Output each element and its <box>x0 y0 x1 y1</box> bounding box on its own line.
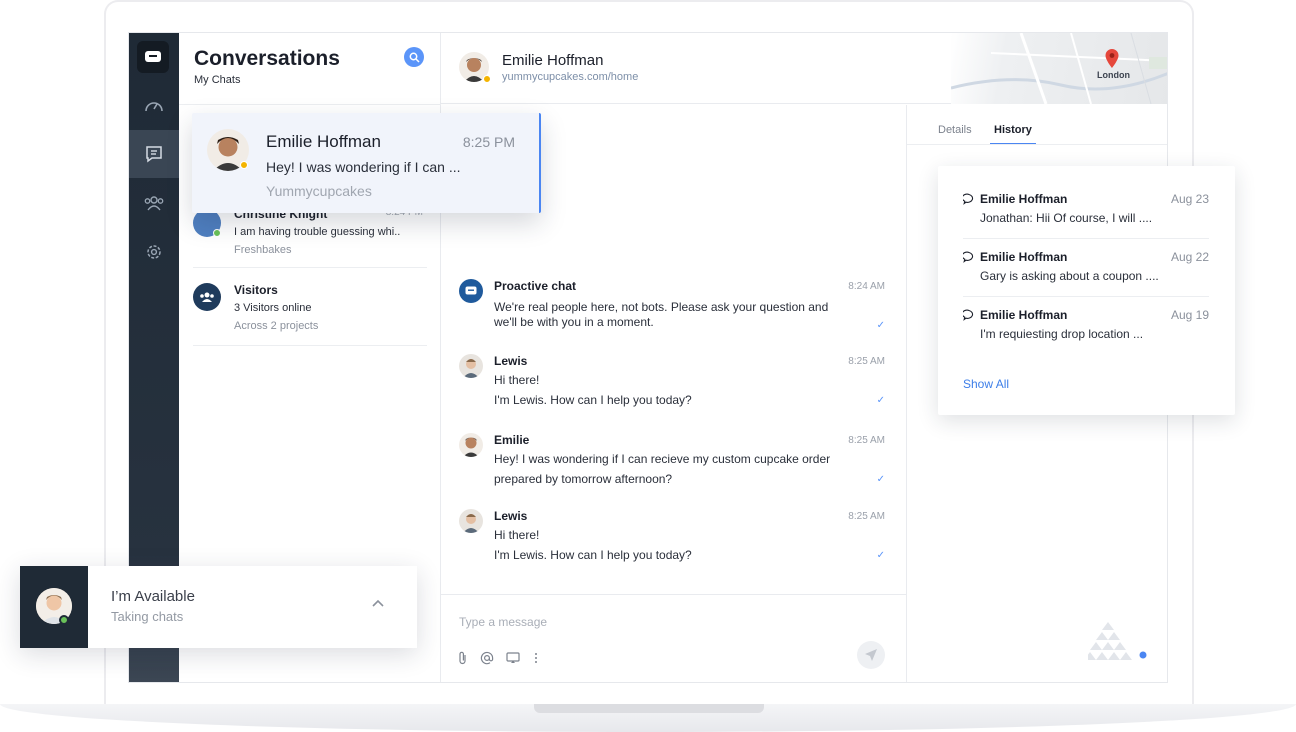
tab-history[interactable]: History <box>990 124 1036 144</box>
message-line: prepared by tomorrow afternoon? <box>494 472 673 486</box>
conversation-name: Emilie Hoffman <box>266 132 381 151</box>
chat-logo-icon <box>459 279 483 303</box>
search-icon[interactable] <box>404 47 424 67</box>
avatar <box>459 433 483 457</box>
conversation-preview: I am having trouble guessing whi.. <box>234 226 401 238</box>
history-item[interactable]: Emilie Hoffman Aug 23 Jonathan: Hii Of c… <box>963 192 1209 232</box>
conversation-item[interactable]: Christine Knight 8:24 PM I am having tro… <box>193 207 427 267</box>
conversation-name: Visitors <box>234 283 278 297</box>
message-author: Lewis <box>494 509 528 523</box>
history-item[interactable]: Emilie Hoffman Aug 22 Gary is asking abo… <box>963 250 1209 290</box>
delivered-check-icon: ✓ <box>876 320 885 331</box>
avatar <box>459 354 483 378</box>
page-title: Conversations <box>194 47 340 70</box>
settings-icon[interactable] <box>129 228 179 276</box>
delivered-check-icon: ✓ <box>876 474 885 485</box>
history-date: Aug 22 <box>1170 250 1209 264</box>
availability-subtitle: Taking chats <box>111 609 184 624</box>
conversations-icon[interactable] <box>129 130 179 178</box>
visitors-icon <box>193 283 221 311</box>
speech-bubble-icon <box>963 309 974 321</box>
divider <box>963 296 1209 297</box>
delivered-check-icon: ✓ <box>876 395 885 406</box>
speech-bubble-icon <box>963 251 974 263</box>
conversation-project: Yummycupcakes <box>266 183 372 199</box>
history-card: Emilie Hoffman Aug 23 Jonathan: Hii Of c… <box>938 166 1235 415</box>
avatar <box>459 509 483 533</box>
conversation-preview: 3 Visitors online <box>234 302 312 314</box>
message-composer <box>441 594 906 682</box>
history-snippet: I'm requiesting drop location ... <box>980 327 1144 341</box>
away-status-dot <box>483 75 491 83</box>
availability-card[interactable]: I’m Available Taking chats <box>20 566 417 648</box>
chat-message: Emilie 8:25 AM Hey! I was wondering if I… <box>459 433 887 493</box>
history-name: Emilie Hoffman <box>980 308 1068 322</box>
speech-bubble-icon <box>963 193 974 205</box>
message-line: we'll be with you in a moment. <box>494 315 654 329</box>
message-line: I'm Lewis. How can I help you today? <box>494 393 692 407</box>
message-time: 8:25 AM <box>848 356 885 367</box>
divider <box>963 238 1209 239</box>
map-pin-icon <box>1105 49 1119 68</box>
tab-details[interactable]: Details <box>938 124 972 143</box>
message-line: Hey! I was wondering if I can recieve my… <box>494 452 831 466</box>
conversation-time: 8:25 PM <box>462 134 515 150</box>
visitors-item[interactable]: Visitors 3 Visitors online Across 2 proj… <box>193 283 427 343</box>
away-status-dot <box>240 161 248 169</box>
message-time: 8:25 AM <box>848 511 885 522</box>
brand-watermark-icon <box>1088 622 1147 660</box>
message-time: 8:25 AM <box>848 435 885 446</box>
mention-icon[interactable] <box>479 650 495 666</box>
laptop-notch <box>534 704 764 713</box>
chat-logo-icon[interactable] <box>137 41 169 73</box>
contact-url[interactable]: yummycupcakes.com/home <box>502 71 638 83</box>
availability-title: I’m Available <box>111 588 195 605</box>
chat-message: Lewis 8:25 AM Hi there! I'm Lewis. How c… <box>459 509 887 569</box>
history-name: Emilie Hoffman <box>980 250 1068 264</box>
message-author: Lewis <box>494 354 528 368</box>
more-icon[interactable] <box>528 650 544 666</box>
divider <box>193 345 427 346</box>
send-button[interactable] <box>857 641 885 669</box>
dashboard-icon[interactable] <box>129 81 179 129</box>
team-icon[interactable] <box>129 179 179 227</box>
screen-share-icon[interactable] <box>505 650 521 666</box>
message-author: Proactive chat <box>494 279 577 293</box>
contact-name: Emilie Hoffman <box>502 52 604 69</box>
message-line: Hi there! <box>494 373 540 387</box>
map-label: London <box>1097 70 1130 80</box>
history-date: Aug 23 <box>1170 192 1209 206</box>
conversation-project: Across 2 projects <box>234 320 319 332</box>
history-date: Aug 19 <box>1170 308 1209 322</box>
chat-message: Lewis 8:25 AM Hi there! I'm Lewis. How c… <box>459 354 887 414</box>
history-snippet: Jonathan: Hii Of course, I will .... <box>980 211 1153 225</box>
message-author: Emilie <box>494 433 530 447</box>
message-time: 8:24 AM <box>848 281 885 292</box>
chevron-up-icon[interactable] <box>370 596 386 612</box>
history-name: Emilie Hoffman <box>980 192 1068 206</box>
online-status-dot <box>213 229 221 237</box>
message-line: I'm Lewis. How can I help you today? <box>494 548 692 562</box>
send-icon <box>865 649 877 661</box>
message-line: We're real people here, not bots. Please… <box>494 300 829 314</box>
conversation-preview: Hey! I was wondering if I can ... <box>266 159 461 175</box>
divider <box>193 267 427 268</box>
divider <box>179 104 441 105</box>
show-all-link[interactable]: Show All <box>963 377 1009 391</box>
divider <box>907 144 1167 145</box>
message-line: Hi there! <box>494 528 540 542</box>
active-conversation-card[interactable]: Emilie Hoffman 8:25 PM Hey! I was wonder… <box>192 113 541 213</box>
page-subtitle: My Chats <box>194 74 241 86</box>
chat-header: Emilie Hoffman yummycupcakes.com/home Lo… <box>441 33 1167 104</box>
location-map[interactable]: London <box>951 33 1167 104</box>
message-input[interactable] <box>459 615 839 629</box>
online-status-dot <box>59 615 69 625</box>
conversation-project: Freshbakes <box>234 244 292 256</box>
delivered-check-icon: ✓ <box>876 550 885 561</box>
attachment-icon[interactable] <box>455 650 471 666</box>
chat-message: Proactive chat 8:24 AM We're real people… <box>459 279 887 339</box>
history-item[interactable]: Emilie Hoffman Aug 19 I'm requiesting dr… <box>963 308 1209 348</box>
history-snippet: Gary is asking about a coupon .... <box>980 269 1159 283</box>
